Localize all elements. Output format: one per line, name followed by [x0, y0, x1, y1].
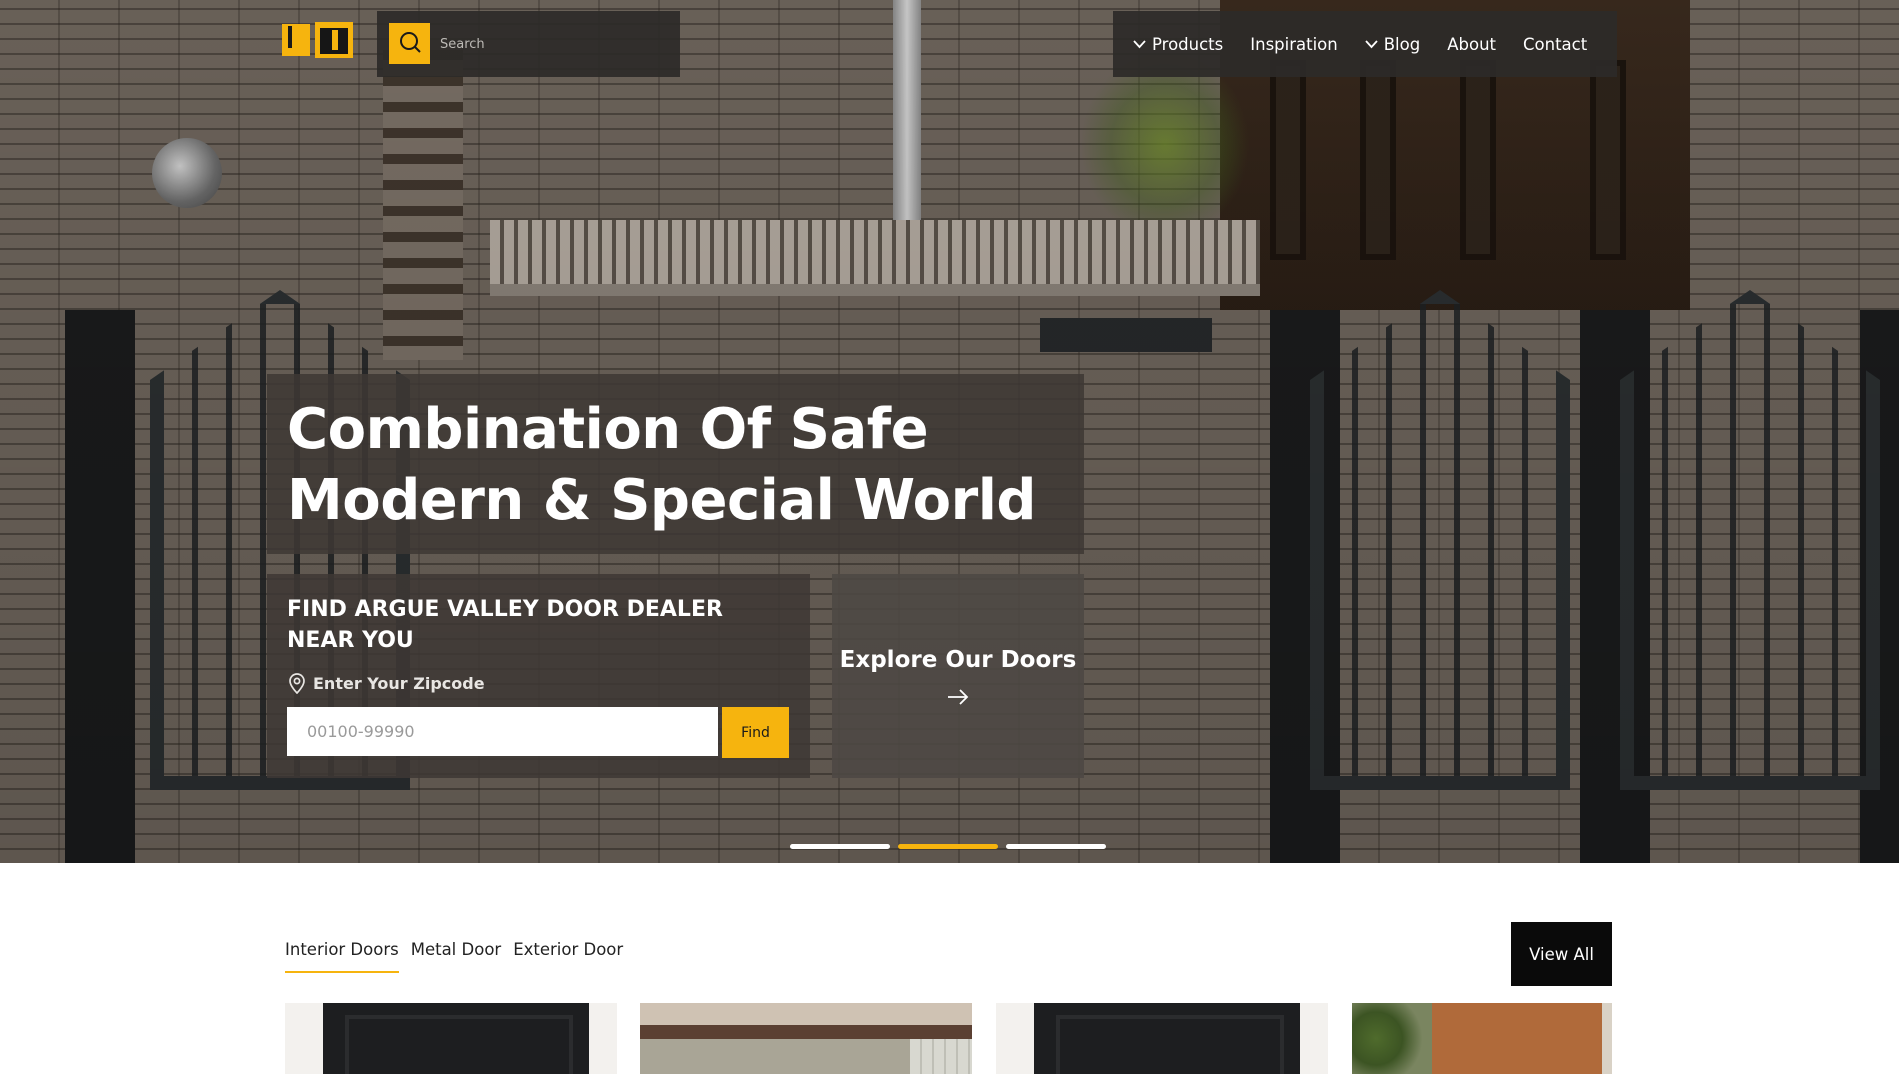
nav-label: Inspiration [1250, 34, 1338, 54]
main-nav: Products Inspiration Blog About Contact [1113, 11, 1617, 77]
arrow-right-icon [947, 689, 969, 705]
location-pin-icon [287, 672, 307, 694]
product-card-image[interactable] [640, 1003, 972, 1074]
slider-dot[interactable] [790, 844, 890, 849]
slider-dot[interactable] [1006, 844, 1106, 849]
nav-item-contact[interactable]: Contact [1523, 35, 1587, 54]
nav-label: Contact [1523, 34, 1588, 54]
dealer-finder-panel: FIND ARGUE VALLEY DOOR DEALER NEAR YOU E… [267, 574, 810, 778]
tab-exterior-door[interactable]: Exterior Door [513, 940, 623, 973]
nav-item-products[interactable]: Products [1133, 35, 1223, 54]
nav-label: About [1447, 34, 1497, 54]
chevron-down-icon [1133, 39, 1146, 49]
product-card-image[interactable] [1352, 1003, 1612, 1074]
zipcode-label: Enter Your Zipcode [287, 672, 790, 694]
hero-headline-line2: Modern & Special World [287, 468, 1037, 533]
tab-metal-door[interactable]: Metal Door [411, 940, 501, 973]
search-bar [377, 11, 680, 77]
slider-dot-active[interactable] [898, 844, 998, 849]
explore-doors-title: Explore Our Doors [839, 647, 1077, 673]
product-card-image[interactable] [285, 1003, 617, 1074]
search-icon [398, 30, 422, 58]
nav-item-about[interactable]: About [1447, 35, 1496, 54]
site-logo[interactable] [282, 22, 354, 64]
nav-label: Products [1152, 34, 1224, 54]
zipcode-input[interactable] [287, 707, 718, 756]
dealer-finder-title: FIND ARGUE VALLEY DOOR DEALER NEAR YOU [287, 597, 723, 653]
find-button[interactable]: Find [722, 707, 789, 758]
hero-headline-panel: Combination Of Safe Modern & Special Wor… [267, 374, 1084, 554]
zipcode-form: Find [287, 707, 789, 758]
search-input[interactable] [440, 28, 665, 60]
search-button[interactable] [389, 23, 430, 64]
hero-slider-dots [790, 844, 1114, 849]
nav-item-blog[interactable]: Blog [1365, 35, 1420, 54]
hero-headline-line1: Combination Of Safe [287, 397, 929, 462]
view-all-button[interactable]: View All [1511, 922, 1612, 986]
product-tabs: Interior Doors Metal Door Exterior Door [285, 940, 635, 973]
zipcode-label-text: Enter Your Zipcode [313, 673, 485, 693]
nav-label: Blog [1383, 34, 1421, 54]
chevron-down-icon [1365, 39, 1378, 49]
tab-interior-doors[interactable]: Interior Doors [285, 940, 399, 973]
explore-doors-button[interactable]: Explore Our Doors [832, 574, 1084, 778]
product-card-image[interactable] [996, 1003, 1328, 1074]
nav-item-inspiration[interactable]: Inspiration [1250, 35, 1337, 54]
